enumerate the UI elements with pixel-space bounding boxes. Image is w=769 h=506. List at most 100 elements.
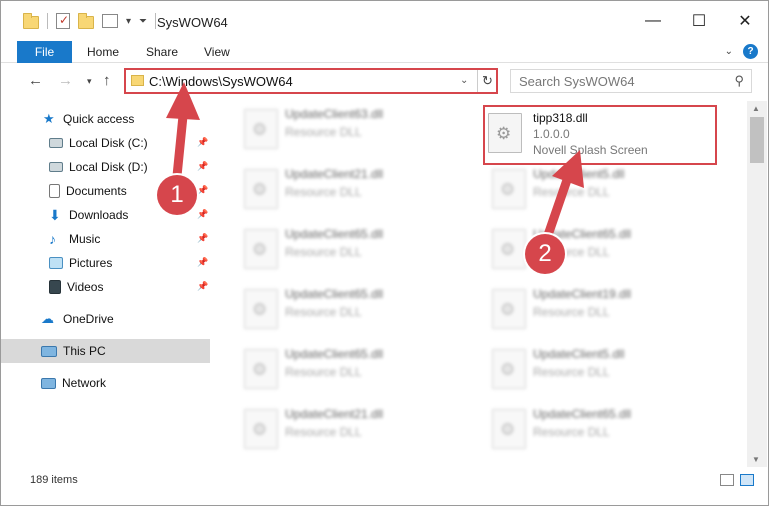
file-name: UpdateClient19.dll	[533, 287, 632, 301]
list-item[interactable]: UpdateClient65.dll Resource DLL	[236, 283, 470, 343]
list-item[interactable]: UpdateClient5.dll Resource DLL	[484, 343, 718, 403]
recent-locations-chevron-icon[interactable]: ▾	[87, 76, 92, 87]
item-count: 189 items	[30, 474, 78, 486]
list-item[interactable]: UpdateClient65.dll Resource DLL	[236, 223, 470, 283]
vertical-scrollbar[interactable]: ▲ ▼	[747, 101, 767, 467]
file-name: UpdateClient5.dll	[533, 347, 625, 361]
list-item[interactable]: UpdateClient21.dll Resource DLL	[236, 163, 470, 223]
navigation-pane: ★ Quick access Local Disk (C:) 📌 Local D…	[1, 101, 214, 465]
file-description: Resource DLL	[285, 365, 362, 379]
pictures-icon	[49, 257, 63, 269]
sidebar-item-music[interactable]: ♪ Music 📌	[1, 227, 210, 251]
large-icons-view-icon[interactable]	[740, 474, 754, 486]
properties-check-icon[interactable]	[56, 13, 70, 29]
list-item[interactable]: UpdateClient65.dll Resource DLL	[236, 343, 470, 403]
help-icon[interactable]: ?	[743, 44, 758, 59]
file-name: UpdateClient5.dll	[533, 167, 625, 181]
customize-toolbar-icon[interactable]: ⏷	[139, 16, 147, 27]
tab-share[interactable]: Share	[146, 41, 178, 63]
file-description: Resource DLL	[285, 125, 362, 139]
sidebar-item-this-pc[interactable]: This PC	[1, 339, 210, 363]
window-controls: — ☐ ✕	[630, 1, 768, 41]
sidebar-item-label: Documents	[66, 184, 127, 198]
annotation-badge-2: 2	[525, 234, 565, 274]
pin-icon[interactable]: 📌	[197, 209, 208, 220]
file-name: UpdateClient21.dll	[285, 167, 384, 181]
file-description: Resource DLL	[533, 425, 610, 439]
file-name: UpdateClient65.dll	[285, 227, 384, 241]
new-folder-icon[interactable]	[78, 12, 94, 29]
details-view-icon[interactable]	[720, 474, 734, 486]
back-arrow-icon[interactable]: ←	[28, 72, 43, 89]
search-box[interactable]: Search SysWOW64 ⚲	[510, 69, 752, 93]
window-title: SysWOW64	[157, 15, 228, 30]
ribbon-right-controls: ⌄ ?	[725, 44, 758, 59]
list-item[interactable]: UpdateClient65.dll Resource DLL	[484, 403, 718, 463]
file-name: UpdateClient65.dll	[285, 347, 384, 361]
dll-file-icon	[244, 409, 278, 449]
file-name: UpdateClient63.dll	[285, 107, 384, 121]
tab-file[interactable]: File	[17, 41, 72, 63]
forward-arrow-icon[interactable]: →	[58, 72, 73, 89]
toolbar-divider	[47, 13, 48, 29]
file-name: UpdateClient65.dll	[533, 407, 632, 421]
tab-view[interactable]: View	[204, 41, 230, 63]
dll-file-icon	[244, 169, 278, 209]
address-path[interactable]: C:\Windows\SysWOW64	[149, 74, 293, 89]
scrollbar-thumb[interactable]	[750, 117, 764, 163]
title-bar: ▾ ⏷ SysWOW64 — ☐ ✕	[1, 1, 768, 41]
scroll-down-icon[interactable]: ▼	[752, 455, 760, 464]
sidebar-item-label: Downloads	[69, 208, 129, 222]
sidebar-item-onedrive[interactable]: ☁ OneDrive	[1, 307, 210, 331]
properties-icon[interactable]	[102, 14, 118, 28]
sidebar-item-label: Music	[69, 232, 101, 246]
sidebar-item-quick-access[interactable]: ★ Quick access	[1, 107, 210, 131]
file-description: Resource DLL	[285, 425, 362, 439]
qat-chevron-down-icon[interactable]: ▾	[126, 16, 131, 27]
search-input[interactable]: Search SysWOW64	[519, 74, 635, 89]
list-item[interactable]: UpdateClient19.dll Resource DLL	[484, 283, 718, 343]
pin-icon[interactable]: 📌	[197, 137, 208, 148]
address-bar[interactable]: C:\Windows\SysWOW64 ⌄ ↻	[124, 68, 498, 94]
expand-ribbon-chevron-icon[interactable]: ⌄	[725, 46, 733, 57]
tab-home[interactable]: Home	[87, 41, 119, 63]
list-item[interactable]: UpdateClient21.dll Resource DLL	[236, 403, 470, 463]
close-button[interactable]: ✕	[722, 1, 768, 41]
list-item[interactable]: UpdateClient65.dll Resource DLL	[484, 223, 718, 283]
pin-icon[interactable]: 📌	[197, 233, 208, 244]
dll-file-icon	[244, 289, 278, 329]
file-version: 1.0.0.0	[533, 127, 570, 141]
drive-icon	[49, 162, 63, 172]
pin-icon[interactable]: 📌	[197, 161, 208, 172]
sidebar-item-local-disk-c[interactable]: Local Disk (C:) 📌	[1, 131, 210, 155]
pin-icon[interactable]: 📌	[197, 257, 208, 268]
address-dropdown-icon[interactable]: ⌄	[460, 75, 468, 86]
file-description: Resource DLL	[285, 305, 362, 319]
music-icon: ♪	[49, 231, 56, 247]
up-arrow-icon[interactable]: ↑	[103, 72, 111, 89]
refresh-icon[interactable]: ↻	[477, 70, 497, 92]
pin-icon[interactable]: 📌	[197, 185, 208, 196]
maximize-button[interactable]: ☐	[676, 1, 722, 41]
file-description: Resource DLL	[285, 185, 362, 199]
minimize-button[interactable]: —	[630, 1, 676, 41]
scroll-up-icon[interactable]: ▲	[752, 104, 760, 113]
quick-access-toolbar: ▾ ⏷	[23, 12, 157, 29]
list-item[interactable]: UpdateClient63.dll Resource DLL	[236, 103, 470, 163]
search-icon[interactable]: ⚲	[734, 73, 744, 89]
sidebar-item-pictures[interactable]: Pictures 📌	[1, 251, 210, 275]
sidebar-item-label: This PC	[63, 344, 106, 358]
pin-icon[interactable]: 📌	[197, 281, 208, 292]
navigation-bar: ← → ▾ ↑ C:\Windows\SysWOW64 ⌄ ↻ Search S…	[1, 63, 768, 101]
file-explorer-window: ▾ ⏷ SysWOW64 — ☐ ✕ File Home Share View …	[0, 0, 769, 506]
sidebar-item-label: OneDrive	[63, 312, 114, 326]
sidebar-item-network[interactable]: Network	[1, 371, 210, 395]
sidebar-item-videos[interactable]: Videos 📌	[1, 275, 210, 299]
list-item-highlighted[interactable]: tipp318.dll 1.0.0.0 Novell Splash Screen	[483, 105, 717, 165]
dll-file-icon	[244, 349, 278, 389]
list-item[interactable]: UpdateClient5.dll Resource DLL	[484, 163, 718, 223]
folder-icon	[23, 12, 39, 29]
file-description: Resource DLL	[285, 245, 362, 259]
dll-file-icon	[492, 289, 526, 329]
sidebar-item-label: Videos	[67, 280, 104, 294]
